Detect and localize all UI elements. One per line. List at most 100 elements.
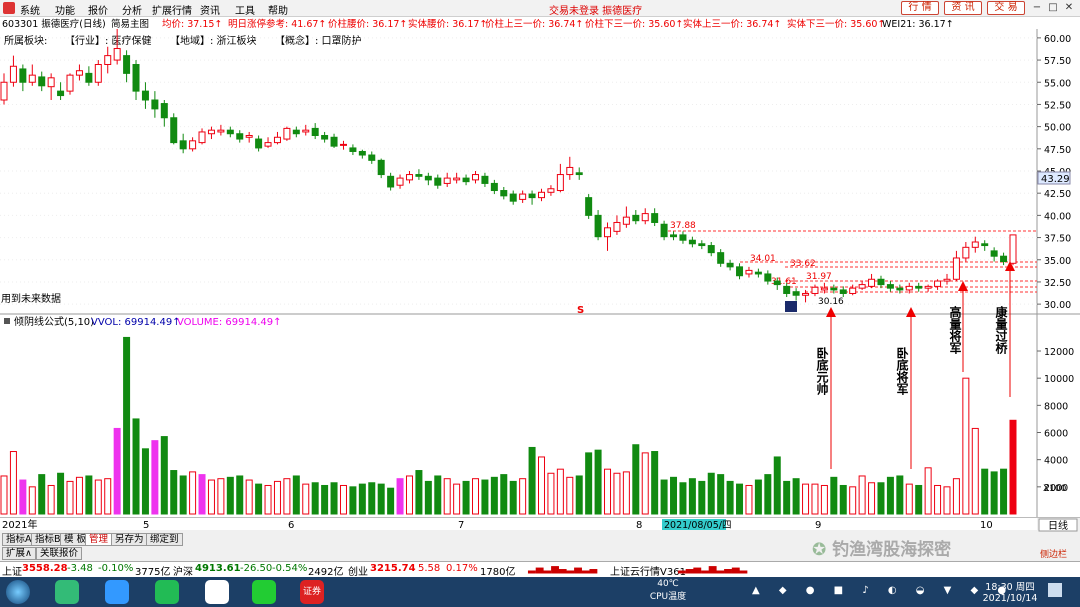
login-status: 交易未登录 振德医疗 (549, 6, 643, 17)
candle-body (877, 278, 885, 286)
candle-body (283, 127, 291, 140)
volume-bar (811, 483, 819, 515)
app-icon-1[interactable] (55, 580, 79, 604)
volume-bar (245, 479, 253, 515)
volume-bar (434, 475, 442, 515)
sh-change: -3.48 (67, 563, 93, 574)
candle-body (971, 241, 979, 248)
candle-body (132, 64, 140, 92)
menu-bar: 系统 功能 报价 分析 扩展行情 资讯 工具 帮助 交易未登录 振德医疗 行 情… (0, 0, 1080, 17)
volume-bar (943, 486, 951, 515)
sh-pct: -0.10% (98, 563, 134, 574)
menu-tools[interactable]: 工具 (235, 2, 255, 17)
annotation-4: 康量过桥 (994, 305, 1008, 355)
volume-bar (85, 475, 93, 515)
trade-button[interactable]: 交 易 (987, 1, 1025, 15)
wechat-task-icon[interactable] (252, 580, 276, 604)
last-price-tag: 43.29 (1041, 174, 1070, 185)
volume-bar (575, 475, 583, 515)
candle-body (783, 285, 791, 294)
app-icon-3[interactable] (155, 580, 179, 604)
start-icon[interactable] (6, 580, 30, 604)
info-button[interactable]: 资 讯 (944, 1, 982, 15)
menu-system[interactable]: 系统 (20, 2, 40, 17)
tab-related-quotes[interactable]: 关联报价 (36, 547, 83, 560)
volume-bar (1000, 468, 1008, 515)
volume-bar (311, 482, 319, 515)
candle-body (490, 182, 498, 192)
volume-bar (113, 427, 121, 515)
sell-marker: S (577, 305, 584, 316)
candle-body (321, 135, 329, 140)
volume-bar (886, 476, 894, 515)
candle-body (509, 193, 517, 202)
candle-body (481, 175, 489, 184)
candle-body (641, 213, 649, 222)
securities-app-icon[interactable]: 证券 (300, 580, 324, 604)
candle-body (604, 227, 612, 238)
menu-help[interactable]: 帮助 (268, 2, 288, 17)
volume-bar (585, 452, 593, 515)
candle-body (57, 90, 65, 97)
menu-info[interactable]: 资讯 (200, 2, 220, 17)
candle-body (38, 76, 46, 87)
candle-body (622, 216, 630, 225)
market-button[interactable]: 行 情 (901, 1, 939, 15)
app-logo-icon (3, 2, 15, 14)
menu-quote[interactable]: 报价 (88, 2, 108, 17)
candle-body (688, 239, 696, 245)
candle-body (170, 117, 178, 144)
tab-save-as[interactable]: 另存为 (111, 533, 148, 546)
menu-function[interactable]: 功能 (55, 2, 75, 17)
cy-amount: 1780亿 (480, 567, 516, 578)
volume-bar (349, 486, 357, 515)
candle-body (66, 74, 74, 92)
volume-bar (604, 468, 612, 515)
candle-body (820, 287, 828, 291)
sidebar-tag[interactable]: 侧边栏 (1040, 547, 1067, 560)
menu-extended-quote[interactable]: 扩展行情 (152, 2, 192, 17)
volume-bar (745, 484, 753, 515)
minimize-icon[interactable]: − (1030, 1, 1044, 15)
volume-indicator-icon (4, 318, 10, 324)
tab-bind-to[interactable]: 绑定到 (146, 533, 183, 546)
date-highlight: 2021/08/05/四 (664, 520, 731, 531)
candle-body (585, 197, 593, 216)
candle-body (566, 166, 574, 176)
volume-bar (688, 478, 696, 515)
close-icon[interactable]: ✕ (1062, 1, 1076, 15)
volume-bar (802, 483, 810, 515)
sh-amount: 3775亿 (135, 567, 171, 578)
price-label-3: 33.62 (790, 259, 816, 269)
period-button[interactable]: 日线 (1048, 519, 1068, 532)
candle-body (311, 127, 319, 137)
candle-body (387, 175, 395, 188)
candle-body (273, 136, 281, 144)
volume-bar (924, 467, 932, 515)
volume-bar (66, 480, 74, 515)
app-icon-2[interactable] (105, 580, 129, 604)
volume-bar (170, 470, 178, 515)
menu-analysis[interactable]: 分析 (122, 2, 142, 17)
candle-body (28, 74, 36, 83)
volume-bar (726, 480, 734, 515)
volume-bar (1009, 419, 1017, 515)
maximize-icon[interactable]: □ (1046, 1, 1060, 15)
cloud-quote-label[interactable]: 上证云行情V361 (610, 563, 686, 578)
clock[interactable]: 18:30 周四 2021/10/14 (980, 579, 1040, 604)
volume-bar (877, 482, 885, 515)
candle-body (47, 77, 55, 88)
tab-expand[interactable]: 扩展∧ (2, 547, 36, 560)
app-icon-4[interactable] (205, 580, 229, 604)
volume-bar (839, 484, 847, 515)
volume-bar (754, 479, 762, 515)
candle-body (123, 55, 131, 74)
candle-body (670, 234, 678, 238)
candle-body (236, 133, 244, 140)
indicator-header: 603301 振德医疗(日线) 简易主图 均价: 37.15↑ 明日涨停参考: 41.… (2, 18, 954, 30)
show-desktop-icon[interactable] (1048, 583, 1062, 597)
tray-icons[interactable]: ▲ ◆ ● ■ ♪ ◐ ◒ ▼ ◆ ● (752, 585, 1014, 596)
tab-manage[interactable]: 管理 (85, 533, 113, 546)
chart-svg[interactable]: 603301 振德医疗(日线) 简易主图 均价: 37.15↑ 明日涨停参考: 41.… (0, 17, 1080, 517)
candle-body (339, 143, 347, 146)
